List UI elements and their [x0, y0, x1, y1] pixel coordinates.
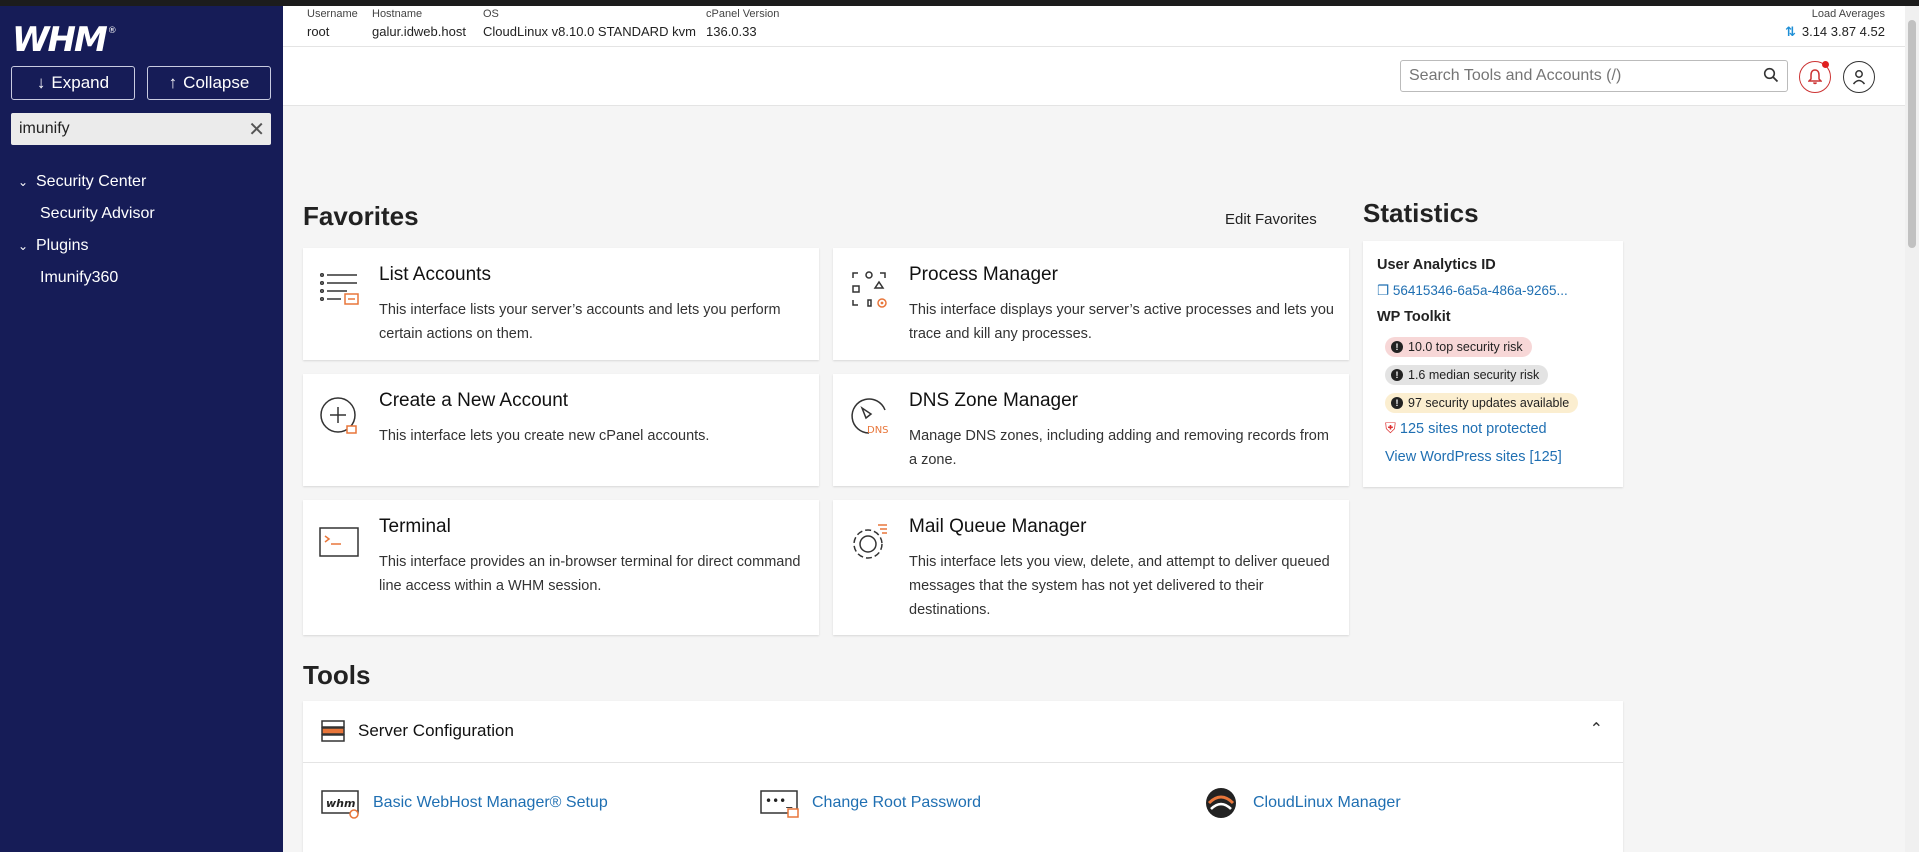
card-process-manager[interactable]: Process Manager This interface displays …: [833, 248, 1349, 360]
cloudlinux-icon: [1206, 788, 1236, 818]
tools-server-configuration: Server Configuration ⌃ whm Basic WebHost…: [303, 701, 1623, 852]
alert-icon: !: [1391, 369, 1403, 381]
view-wordpress-sites-link[interactable]: View WordPress sites [125]: [1385, 449, 1562, 465]
server-configuration-header[interactable]: Server Configuration ⌃: [303, 701, 1623, 763]
bell-icon: [1808, 69, 1822, 85]
section-title: Server Configuration: [358, 721, 514, 740]
tools-search: [1400, 60, 1788, 92]
process-manager-icon: [852, 271, 887, 308]
analytics-id-label: User Analytics ID: [1377, 257, 1496, 273]
tool-basic-webhost-manager-setup[interactable]: whm Basic WebHost Manager® Setup: [321, 787, 608, 819]
expand-button[interactable]: ↓ Expand: [11, 66, 135, 100]
top-toolbar: [283, 46, 1905, 106]
notification-dot: [1822, 61, 1829, 68]
svg-text:DNS: DNS: [867, 425, 889, 436]
card-list-accounts[interactable]: List Accounts This interface lists your …: [303, 248, 819, 360]
card-terminal[interactable]: Terminal This interface provides an in-b…: [303, 500, 819, 635]
collapse-button[interactable]: ↑ Collapse: [147, 66, 271, 100]
sidebar-group-security-center[interactable]: ⌄ Security Center: [0, 166, 283, 198]
tools-title: Tools: [303, 660, 371, 690]
card-title: Process Manager: [909, 264, 1058, 285]
card-title: Mail Queue Manager: [909, 516, 1087, 537]
server-icon: [321, 720, 345, 742]
tool-change-root-password[interactable]: •••_ Change Root Password: [760, 787, 981, 819]
hostname-info: Hostname galur.idweb.host: [372, 8, 466, 39]
card-title: DNS Zone Manager: [909, 390, 1078, 411]
shield-alert-icon: ⛨: [1385, 421, 1400, 437]
dns-icon: DNS: [851, 398, 889, 436]
whm-setup-icon: whm: [321, 790, 359, 819]
load-averages: Load Averages ⇅ 3.14 3.87 4.52: [1784, 8, 1885, 39]
alert-icon: !: [1391, 341, 1403, 353]
card-description: This interface provides an in-browser te…: [379, 554, 801, 594]
card-title: Create a New Account: [379, 390, 569, 411]
analytics-id-value[interactable]: ❐ 56415346-6a5a-486a-9265...: [1377, 283, 1582, 299]
sort-arrows-icon: ⇅: [1784, 24, 1796, 39]
wp-toolkit-label: WP Toolkit: [1377, 309, 1451, 325]
statistics-panel: User Analytics ID ❐ 56415346-6a5a-486a-9…: [1363, 241, 1623, 487]
sidebar: WHM® ↓Expand ↑Collapse ✕ ⌄ Security Cent…: [0, 6, 283, 852]
mail-queue-gear-icon: [853, 524, 887, 559]
card-title: Terminal: [379, 516, 451, 537]
user-icon: [1852, 70, 1866, 85]
chevron-down-icon: ⌄: [18, 175, 29, 189]
sidebar-group-plugins[interactable]: ⌄ Plugins: [0, 230, 283, 262]
whm-logo[interactable]: WHM ®: [12, 20, 117, 60]
chevron-up-icon[interactable]: ⌃: [1590, 719, 1603, 739]
page-scrollbar[interactable]: [1905, 6, 1919, 852]
favorites-title: Favorites: [303, 201, 419, 231]
security-updates-badge: ! 97 security updates available: [1385, 393, 1579, 413]
card-dns-zone-manager[interactable]: DNS DNS Zone Manager Manage DNS zones, i…: [833, 374, 1349, 486]
alert-icon: !: [1391, 397, 1403, 409]
os-info: OS CloudLinux v8.10.0 STANDARD kvm: [483, 8, 696, 39]
sidebar-search: ✕: [11, 113, 271, 145]
terminal-icon: [319, 527, 359, 557]
clear-icon[interactable]: ✕: [248, 117, 265, 142]
username-info: Username root: [307, 8, 358, 39]
chevron-down-icon: ⌄: [18, 239, 29, 253]
sidebar-tree: ⌄ Security Center Security Advisor ⌄ Plu…: [0, 166, 283, 294]
card-description: This interface lists your server’s accou…: [379, 302, 781, 342]
notifications-button[interactable]: [1799, 61, 1831, 93]
arrow-down-icon: ↓: [36, 73, 46, 92]
sidebar-item-security-advisor[interactable]: Security Advisor: [0, 198, 283, 230]
card-title: List Accounts: [379, 264, 491, 285]
add-account-icon: [320, 397, 357, 434]
svg-text:whm: whm: [326, 797, 355, 810]
copy-icon: ❐: [1377, 283, 1393, 298]
arrow-up-icon: ↑: [168, 73, 178, 92]
edit-favorites-link[interactable]: Edit Favorites: [1225, 211, 1317, 228]
list-accounts-icon: [319, 272, 359, 305]
top-risk-badge: ! 10.0 top security risk: [1385, 337, 1532, 357]
sidebar-item-imunify360[interactable]: Imunify360: [0, 262, 283, 294]
card-description: This interface displays your server’s ac…: [909, 302, 1334, 342]
scrollbar-thumb[interactable]: [1908, 20, 1916, 248]
svg-text:•••_: •••_: [765, 794, 793, 808]
card-description: This interface lets you create new cPane…: [379, 428, 710, 444]
card-mail-queue-manager[interactable]: Mail Queue Manager This interface lets y…: [833, 500, 1349, 635]
user-menu-button[interactable]: [1843, 61, 1875, 93]
card-description: This interface lets you view, delete, an…: [909, 554, 1330, 618]
sites-not-protected-link[interactable]: ⛨ 125 sites not protected: [1385, 421, 1547, 437]
card-create-account[interactable]: Create a New Account This interface lets…: [303, 374, 819, 486]
password-icon: •••_: [760, 790, 799, 818]
tools-search-input[interactable]: [1409, 67, 1749, 85]
tool-cloudlinux-manager[interactable]: CloudLinux Manager: [1201, 787, 1401, 819]
server-info-bar: Username root Hostname galur.idweb.host …: [283, 6, 1905, 46]
statistics-title: Statistics: [1363, 198, 1479, 228]
card-description: Manage DNS zones, including adding and r…: [909, 428, 1329, 468]
median-risk-badge: ! 1.6 median security risk: [1385, 365, 1549, 385]
cpanel-version-info: cPanel Version 136.0.33: [706, 8, 780, 39]
sidebar-search-input[interactable]: [19, 120, 239, 138]
search-icon[interactable]: [1763, 67, 1779, 83]
